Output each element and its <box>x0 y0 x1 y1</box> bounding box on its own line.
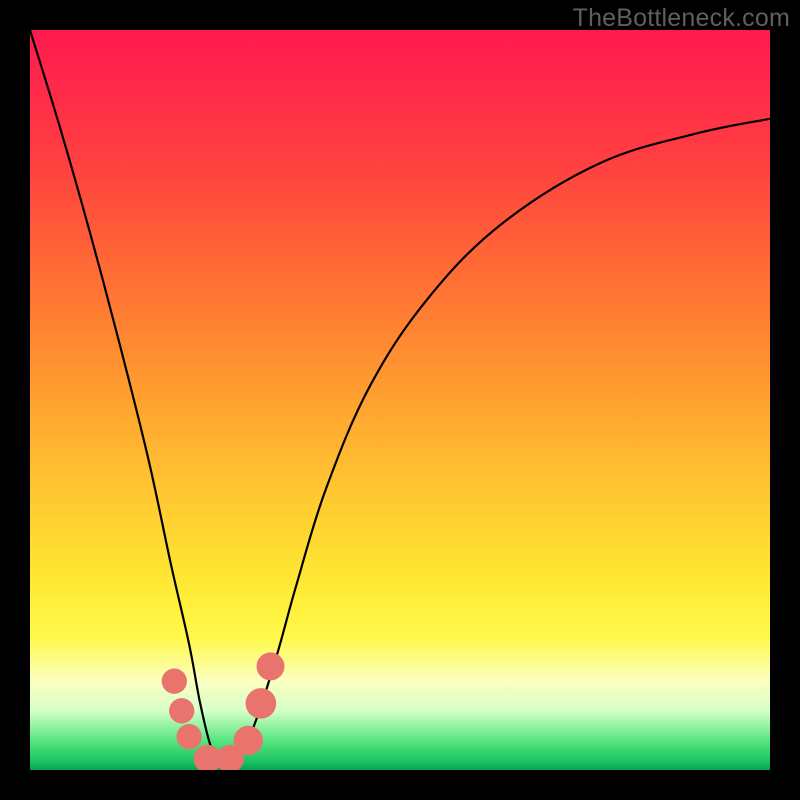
plot-area <box>30 30 770 770</box>
chart-frame: TheBottleneck.com <box>0 0 800 800</box>
data-marker <box>257 652 285 680</box>
data-marker <box>176 724 201 749</box>
watermark-text: TheBottleneck.com <box>573 4 790 33</box>
bottleneck-curve <box>30 30 770 770</box>
data-marker <box>246 688 277 719</box>
data-marker <box>162 669 187 694</box>
data-marker <box>234 726 263 755</box>
data-marker <box>169 698 194 723</box>
